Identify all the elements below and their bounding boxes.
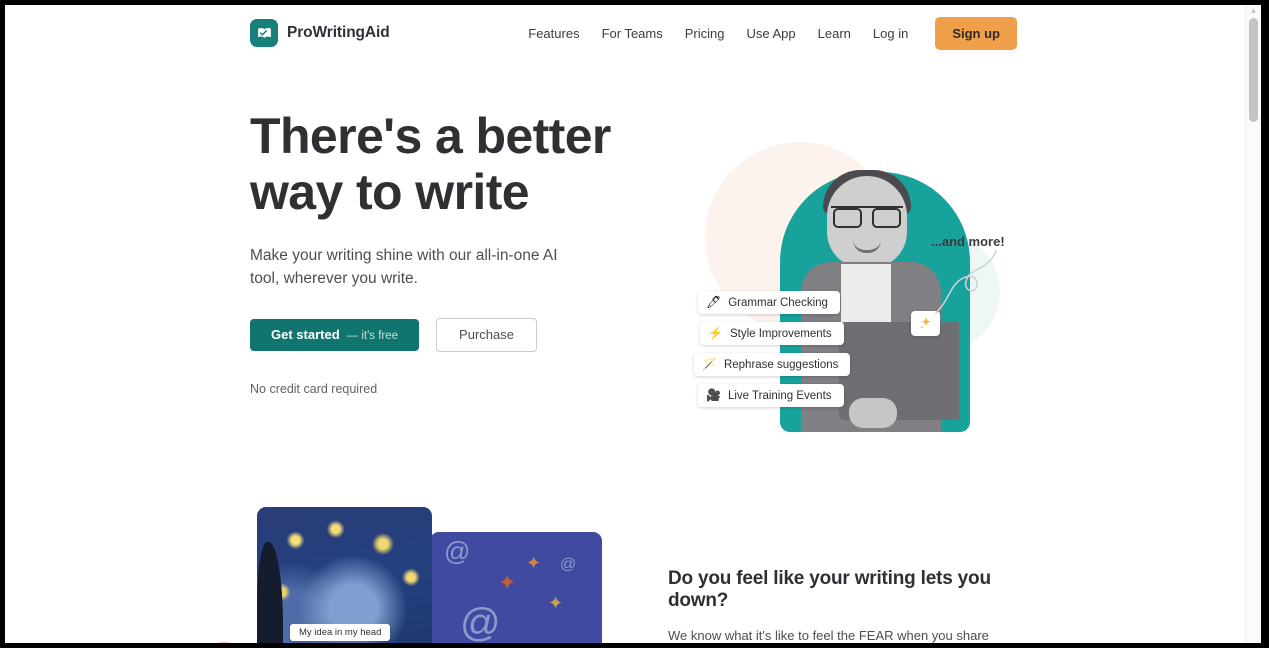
no-credit-card-note: No credit card required [250, 382, 378, 396]
nav-link-learn[interactable]: Learn [807, 17, 862, 50]
feature-chip-live-training-events: 🎥 Live Training Events [698, 384, 844, 407]
blue-doodle-card: @ @ @ ✦ ✦ ✦ @ [430, 532, 602, 643]
section-paragraph: We know what it's like to feel the FEAR … [668, 628, 989, 643]
pen-icon: 🖊 [706, 295, 722, 309]
lower-copy: Do you feel like your writing lets you d… [668, 568, 1020, 643]
nav-link-pricing[interactable]: Pricing [674, 17, 736, 50]
starry-night-cypress [257, 542, 283, 643]
section-heading: Do you feel like your writing lets you d… [668, 568, 991, 611]
nav-link-use-app[interactable]: Use App [736, 17, 807, 50]
purchase-button[interactable]: Purchase [436, 318, 537, 352]
idea-caption: My idea in my head [290, 624, 391, 641]
page-viewport: ProWritingAid Features For Teams Pricing… [5, 5, 1261, 643]
starry-night-image: My idea in my head [257, 507, 432, 643]
lightning-bolt-icon: ⚡ [708, 326, 723, 340]
feature-chip-style-improvements: ⚡ Style Improvements [700, 322, 844, 345]
magic-wand-icon: 🪄 [702, 357, 717, 371]
brand-name: ProWritingAid [287, 24, 390, 41]
star-doodle-icon: ✦ [548, 593, 564, 613]
brand-logo[interactable]: ProWritingAid [250, 19, 390, 47]
feature-chip-grammar-checking: 🖊 Grammar Checking [698, 291, 840, 314]
get-started-label: Get started [271, 327, 340, 342]
hero-heading-line-1: There's a better [250, 108, 611, 164]
feature-chip-rephrase-suggestions: 🪄 Rephrase suggestions [694, 353, 851, 376]
sign-up-button[interactable]: Sign up [935, 17, 1017, 50]
hero-copy: There's a better way to write Make your … [250, 108, 650, 396]
feature-chip-label: Style Improvements [729, 327, 832, 340]
hero-section: There's a better way to write Make your … [5, 62, 1246, 482]
main-navigation: Features For Teams Pricing Use App Learn… [517, 17, 1017, 50]
feature-chip-label: Live Training Events [727, 389, 832, 402]
lower-section: @ @ @ ✦ ✦ ✦ @ My idea in my head Do you … [5, 482, 1246, 643]
star-doodle-icon: ✦ [498, 570, 517, 595]
spiral-doodle-icon: @ [560, 556, 577, 573]
star-doodle-icon: ✦ [526, 553, 542, 573]
curved-arrow-icon [935, 250, 997, 314]
get-started-note: — it's free [346, 330, 399, 342]
nav-link-features[interactable]: Features [517, 17, 590, 50]
hero-cta-row: Get started — it's free Purchase [250, 318, 650, 352]
scrollbar-thumb[interactable] [1249, 18, 1258, 122]
page-title: There's a better way to write [250, 108, 650, 220]
hero-illustration: 🖊 Grammar Checking ⚡ Style Improvements … [665, 112, 1025, 442]
video-camera-icon: 🎥 [706, 388, 721, 402]
feature-chip-label: Rephrase suggestions [723, 358, 839, 371]
person-hand [849, 398, 897, 428]
browser-window: ProWritingAid Features For Teams Pricing… [0, 0, 1269, 648]
hero-subheading: Make your writing shine with our all-in-… [250, 247, 558, 287]
glasses-icon [831, 206, 903, 228]
site-header: ProWritingAid Features For Teams Pricing… [5, 5, 1246, 62]
nav-link-for-teams[interactable]: For Teams [591, 17, 674, 50]
nav-link-log-in[interactable]: Log in [862, 17, 919, 50]
hero-heading-line-2: way to write [250, 164, 530, 220]
scroll-up-arrow-icon[interactable]: ▲ [1249, 6, 1258, 15]
feature-chip-label: Grammar Checking [728, 296, 828, 309]
prowritingaid-book-logo-icon [250, 19, 278, 47]
decorative-pink-circle [193, 639, 255, 643]
vertical-scrollbar[interactable]: ▲ [1245, 5, 1261, 643]
spiral-doodle-icon: @ [460, 601, 501, 643]
get-started-button[interactable]: Get started — it's free [250, 319, 420, 351]
person-shirt [841, 264, 891, 328]
spiral-doodle-icon: @ [444, 536, 471, 566]
page-content: ProWritingAid Features For Teams Pricing… [5, 5, 1246, 643]
